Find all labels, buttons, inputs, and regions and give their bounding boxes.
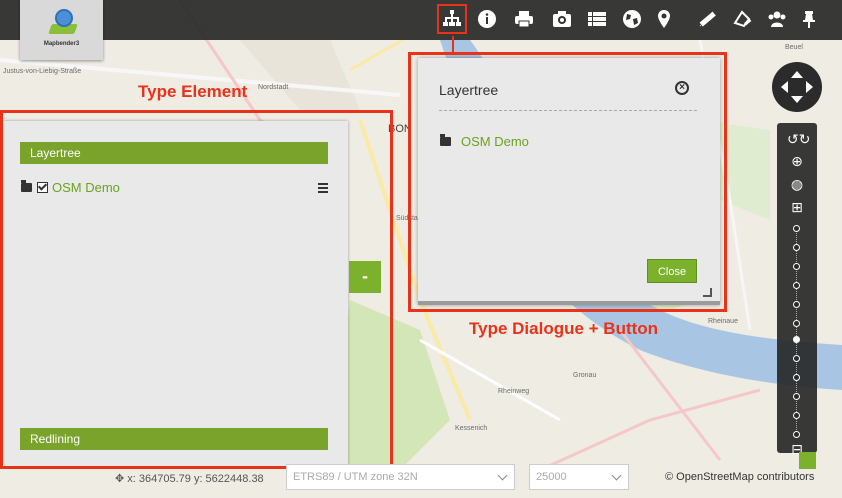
print-icon[interactable] bbox=[512, 7, 536, 31]
map-label: Rheinweg bbox=[498, 388, 530, 395]
zoom-max-extent-icon[interactable]: ◍ bbox=[787, 176, 807, 192]
zoom-in-icon[interactable]: ⊞ bbox=[787, 199, 807, 215]
info-icon[interactable] bbox=[475, 7, 499, 31]
list-icon[interactable] bbox=[585, 7, 609, 31]
annotation-box-element bbox=[0, 110, 393, 469]
annotation-connector bbox=[452, 36, 454, 52]
pan-arrows-icon bbox=[781, 71, 813, 103]
zoom-level[interactable] bbox=[793, 393, 800, 400]
logo-pin bbox=[55, 9, 73, 27]
zoom-box-icon[interactable]: ⊕ bbox=[787, 153, 807, 169]
map-label: Justus-von-Liebig-Straße bbox=[3, 68, 82, 75]
zoom-bar: ↺↻ ⊕ ◍ ⊞ ⊟ bbox=[777, 123, 817, 457]
crs-select-value: ETRS89 / UTM zone 32N bbox=[293, 471, 418, 483]
coordinates-text: x: 364705.79 y: 5622448.38 bbox=[127, 473, 264, 485]
annotation-box-dialog bbox=[408, 52, 727, 312]
pan-control[interactable] bbox=[772, 62, 822, 112]
annotation-label-element: Type Element bbox=[138, 82, 248, 101]
globe-icon[interactable] bbox=[620, 7, 644, 31]
history-back-forward-icon[interactable]: ↺↻ bbox=[787, 131, 810, 147]
map-pin-icon[interactable] bbox=[652, 7, 676, 31]
zoom-level[interactable] bbox=[793, 301, 800, 308]
map-label: Kessenich bbox=[455, 425, 488, 432]
map-label: Nordstadt bbox=[258, 84, 289, 91]
users-icon[interactable] bbox=[765, 7, 789, 31]
chevron-down-icon bbox=[611, 470, 622, 481]
map-attribution: © OpenStreetMap contributors bbox=[665, 471, 815, 483]
top-toolbar bbox=[0, 0, 842, 40]
measure-area-icon[interactable] bbox=[730, 7, 754, 31]
zoom-level[interactable] bbox=[793, 225, 800, 232]
app-logo: Mapbender3 bbox=[20, 0, 103, 60]
scale-select-value: 25000 bbox=[536, 471, 567, 483]
zoom-level[interactable] bbox=[793, 263, 800, 270]
map-label: Rheinaue bbox=[708, 318, 738, 325]
zoom-level[interactable] bbox=[793, 431, 800, 438]
zoom-level[interactable] bbox=[793, 282, 800, 289]
scale-select[interactable]: 25000 bbox=[529, 464, 629, 490]
camera-icon[interactable] bbox=[550, 7, 574, 31]
zoom-track bbox=[796, 228, 798, 438]
map-label: Gronau bbox=[573, 372, 597, 379]
measure-line-icon[interactable] bbox=[695, 7, 719, 31]
zoom-level[interactable] bbox=[793, 412, 800, 419]
crs-select[interactable]: ETRS89 / UTM zone 32N bbox=[286, 464, 515, 490]
zoom-level[interactable] bbox=[793, 320, 800, 327]
map-label: Beuel bbox=[785, 44, 803, 51]
zoom-level[interactable] bbox=[793, 244, 800, 251]
zoom-level-current[interactable] bbox=[793, 336, 800, 343]
layertree-icon[interactable] bbox=[437, 4, 467, 34]
chevron-down-icon bbox=[497, 470, 508, 481]
crosshair-icon: ✥ bbox=[115, 473, 125, 485]
coordinates-display: ✥ x: 364705.79 y: 5622448.38 bbox=[115, 472, 264, 485]
thumbtack-icon[interactable] bbox=[797, 7, 821, 31]
zoom-level[interactable] bbox=[793, 374, 800, 381]
annotation-label-dialog: Type Dialogue + Button bbox=[469, 319, 659, 338]
logo-text: Mapbender3 bbox=[43, 41, 80, 47]
overview-toggle[interactable] bbox=[799, 452, 816, 469]
zoom-level[interactable] bbox=[793, 355, 800, 362]
